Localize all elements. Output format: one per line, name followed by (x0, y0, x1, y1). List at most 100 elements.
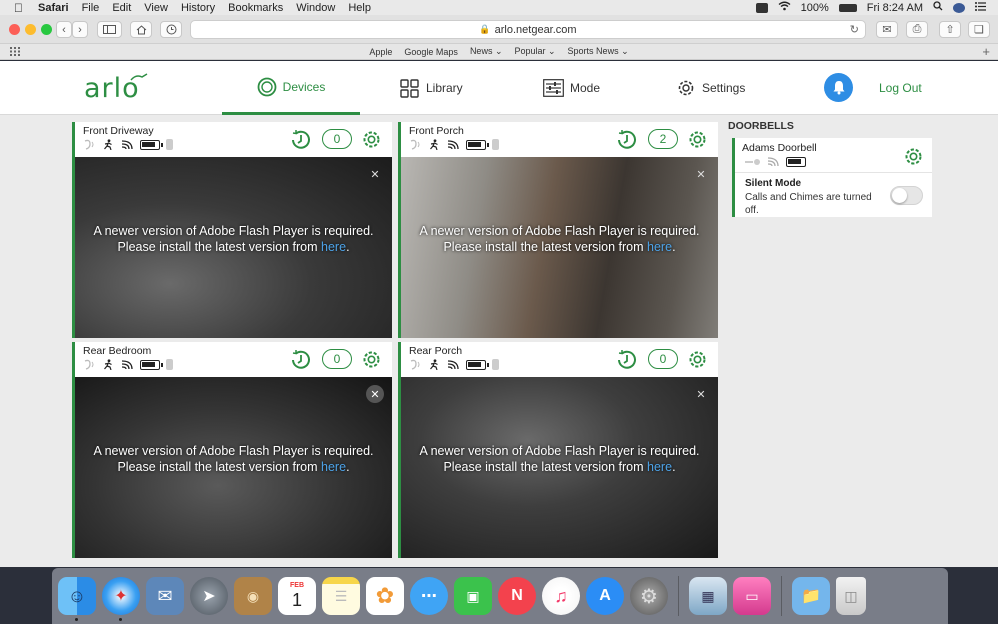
audio-icon[interactable] (83, 139, 96, 150)
dock-notes[interactable]: ☰ (322, 577, 360, 615)
camera-video-area[interactable]: ✕ A newer version of Adobe Flash Player … (75, 157, 392, 338)
print-button[interactable]: ⎙ (906, 21, 928, 38)
share-button[interactable]: ⇧ (939, 21, 961, 38)
menu-file[interactable]: File (82, 2, 100, 14)
close-window-button[interactable] (9, 24, 20, 35)
audio-icon[interactable] (409, 359, 422, 370)
dropbox-status-icon[interactable] (755, 2, 768, 13)
logout-link[interactable]: Log Out (879, 81, 922, 95)
sd-card-icon[interactable] (492, 139, 499, 150)
audio-icon[interactable] (409, 139, 422, 150)
dock-mail[interactable]: ✉ (146, 577, 184, 615)
favorite-apple[interactable]: Apple (369, 47, 392, 57)
dock-downloads-folder[interactable]: 📁 (792, 577, 830, 615)
reload-icon[interactable]: ↻ (850, 23, 859, 36)
close-icon[interactable]: ✕ (692, 385, 710, 403)
battery-icon[interactable] (140, 139, 163, 150)
menu-edit[interactable]: Edit (112, 2, 131, 14)
minimize-window-button[interactable] (25, 24, 36, 35)
battery-icon[interactable] (466, 359, 489, 370)
silent-mode-toggle[interactable] (890, 186, 923, 205)
favorite-sports-news[interactable]: Sports News ⌄ (568, 46, 629, 57)
close-icon[interactable]: ✕ (366, 385, 384, 403)
snapshot-history-button[interactable] (614, 349, 638, 371)
zoom-window-button[interactable] (41, 24, 52, 35)
dock-preview[interactable]: ▦ (689, 577, 727, 615)
snapshot-history-button[interactable] (614, 129, 638, 151)
tab-mode[interactable]: Mode (543, 61, 600, 115)
menu-window[interactable]: Window (296, 2, 335, 14)
battery-icon[interactable] (140, 359, 163, 370)
dock-safari[interactable]: ✦ (102, 577, 140, 621)
sidebar-toggle-button[interactable] (97, 21, 122, 38)
share-mail-button[interactable]: ✉ (876, 21, 898, 38)
favorite-popular[interactable]: Popular ⌄ (514, 46, 555, 57)
dock-messages[interactable]: ⋯ (410, 577, 448, 615)
recording-count-badge[interactable]: 0 (322, 349, 352, 369)
sd-card-icon[interactable] (166, 139, 173, 150)
clock[interactable]: Fri 8:24 AM (867, 2, 923, 14)
sd-card-icon[interactable] (166, 359, 173, 370)
dock-photos[interactable]: ✿ (366, 577, 404, 615)
address-bar[interactable]: 🔒 arlo.netgear.com ↻ (190, 20, 866, 39)
close-icon[interactable]: ✕ (366, 165, 384, 183)
motion-icon[interactable] (428, 359, 441, 370)
history-button[interactable] (160, 21, 182, 38)
doorbell-settings-button[interactable] (903, 146, 924, 170)
signal-icon[interactable] (121, 139, 134, 150)
camera-settings-button[interactable] (687, 129, 708, 150)
camera-video-area[interactable]: ✕ A newer version of Adobe Flash Player … (401, 157, 718, 338)
tabs-overview-button[interactable]: ❏ (968, 21, 990, 38)
dock-launchpad[interactable]: ➤ (190, 577, 228, 615)
dock-app-store[interactable]: A (586, 577, 624, 615)
flash-install-link[interactable]: here (321, 240, 346, 254)
dock-finder[interactable]: ☺ (58, 577, 96, 621)
camera-video-area[interactable]: ✕ A newer version of Adobe Flash Player … (75, 377, 392, 558)
camera-settings-button[interactable] (687, 349, 708, 370)
menu-app-name[interactable]: Safari (38, 2, 69, 14)
tab-settings[interactable]: Settings (676, 61, 745, 115)
apple-menu-icon[interactable]:  (14, 1, 28, 15)
recording-count-badge[interactable]: 0 (322, 129, 352, 149)
snapshot-history-button[interactable] (288, 349, 312, 371)
dock-calendar[interactable]: FEB 1 (278, 577, 316, 615)
audio-icon[interactable] (83, 359, 96, 370)
user-avatar-icon[interactable] (953, 2, 965, 13)
menu-help[interactable]: Help (348, 2, 371, 14)
dock-news[interactable]: N (498, 577, 536, 615)
signal-icon[interactable] (767, 156, 780, 167)
notification-center-icon[interactable] (975, 1, 986, 14)
flash-install-link[interactable]: here (647, 240, 672, 254)
dock-trash[interactable]: ◫ (836, 577, 866, 615)
tab-devices[interactable]: Devices (222, 61, 360, 115)
signal-icon[interactable] (447, 139, 460, 150)
battery-percent[interactable]: 100% (801, 2, 829, 14)
motion-icon[interactable] (428, 139, 441, 150)
tab-library[interactable]: Library (400, 61, 463, 115)
recording-count-badge[interactable]: 2 (648, 129, 678, 149)
dock-system-preferences[interactable]: ⚙ (630, 577, 668, 615)
snapshot-history-button[interactable] (288, 129, 312, 151)
sd-card-icon[interactable] (492, 359, 499, 370)
chime-icon[interactable] (745, 158, 761, 166)
favorite-news[interactable]: News ⌄ (470, 46, 503, 57)
menu-view[interactable]: View (144, 2, 168, 14)
flash-install-link[interactable]: here (647, 460, 672, 474)
favorite-google-maps[interactable]: Google Maps (404, 47, 458, 57)
forward-button[interactable]: › (72, 21, 88, 38)
close-icon[interactable]: ✕ (692, 165, 710, 183)
camera-settings-button[interactable] (361, 129, 382, 150)
dock-contacts[interactable]: ◉ (234, 577, 272, 615)
battery-icon[interactable] (838, 3, 857, 12)
wifi-icon[interactable] (778, 1, 791, 14)
menu-bookmarks[interactable]: Bookmarks (228, 2, 283, 14)
favorites-grid-icon[interactable] (10, 47, 20, 56)
battery-icon[interactable] (466, 139, 489, 150)
menu-history[interactable]: History (181, 2, 215, 14)
motion-icon[interactable] (102, 359, 115, 370)
spotlight-icon[interactable] (933, 1, 943, 14)
flash-install-link[interactable]: here (321, 460, 346, 474)
signal-icon[interactable] (121, 359, 134, 370)
home-button[interactable] (130, 21, 152, 38)
battery-icon[interactable] (786, 156, 806, 167)
